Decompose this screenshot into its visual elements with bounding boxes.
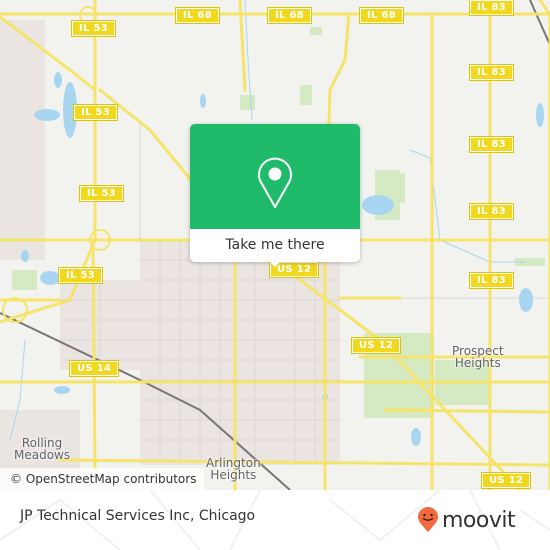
place-label-prospect-heights: Prospect Heights — [452, 345, 504, 369]
popup-header — [190, 124, 360, 229]
footer-bar: JP Technical Services Inc, Chicago moovi… — [0, 490, 550, 550]
road-shield-us14: US 14 — [68, 360, 120, 377]
brand-wordmark: moovit — [442, 507, 516, 533]
place-label-line: Meadows — [14, 448, 71, 462]
road-shield-il83: IL 83 — [469, 203, 514, 220]
road-shield-us12: US 12 — [350, 337, 402, 354]
road-shield-il53: IL 53 — [73, 104, 118, 121]
moovit-pin-smile-icon — [418, 507, 438, 532]
road-shield-il53: IL 53 — [71, 20, 116, 37]
road-shield-il83: IL 83 — [469, 0, 514, 16]
road-shield-il83: IL 83 — [469, 64, 514, 81]
road-shield-il53: IL 53 — [58, 267, 103, 284]
place-label-arlington-heights: Arlington Heights — [206, 457, 261, 481]
location-popup: Take me there — [190, 124, 360, 267]
road-shield-il83: IL 83 — [469, 272, 514, 289]
moovit-logo[interactable]: moovit — [417, 506, 516, 534]
road-shield-il68: IL 68 — [359, 7, 404, 24]
business-name: JP Technical Services Inc, Chicago — [20, 508, 256, 524]
map-view[interactable]: IL 68 IL 68 IL 68 IL 53 IL 53 IL 53 IL 5… — [0, 0, 550, 490]
place-label-line: Heights — [210, 468, 257, 482]
popup-pointer — [266, 258, 284, 267]
road-shield-il68: IL 68 — [175, 7, 220, 24]
place-label-line: Heights — [454, 356, 501, 370]
road-shield-il68: IL 68 — [267, 7, 312, 24]
map-pin-icon — [258, 157, 292, 208]
place-label-rolling-meadows: Rolling Meadows — [14, 437, 70, 461]
road-shield-us12: US 12 — [480, 472, 532, 489]
map-attribution[interactable]: © OpenStreetMap contributors — [0, 468, 205, 490]
road-shield-il53: IL 53 — [79, 185, 124, 202]
road-shield-il83: IL 83 — [469, 136, 514, 153]
